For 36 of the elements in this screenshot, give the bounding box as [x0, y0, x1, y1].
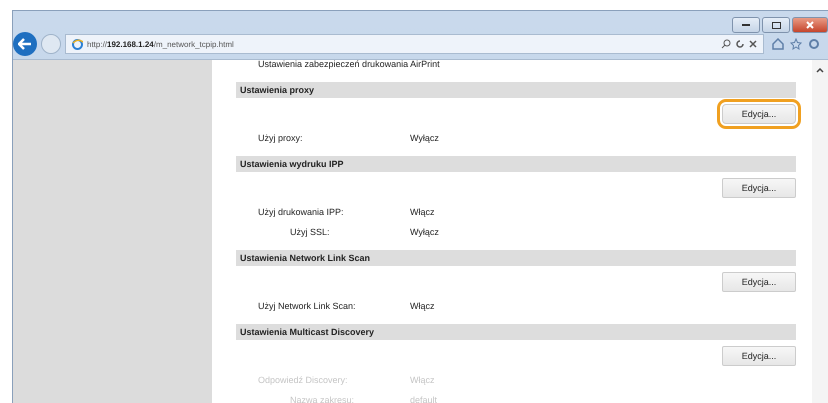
close-button[interactable]	[792, 17, 828, 33]
section-title: Ustawienia zabezpieczeń drukowania AirPrint	[257, 60, 441, 71]
search-icon[interactable]	[721, 39, 731, 49]
back-arrow-icon	[18, 38, 32, 50]
close-icon[interactable]	[749, 40, 757, 48]
edit-button[interactable]: Edycja...	[722, 272, 796, 292]
section-header: Ustawienia Multicast Discovery	[236, 324, 796, 340]
section-header: Ustawienia proxy	[236, 82, 796, 98]
setting-label: Nazwa zakresu:	[289, 395, 356, 403]
edit-button[interactable]: Edycja...	[722, 178, 796, 198]
setting-value: Włącz	[410, 375, 434, 385]
setting-value: Włącz	[410, 207, 434, 217]
address-bar[interactable]: http://192.168.1.24/m_network_tcpip.html	[65, 34, 764, 54]
setting-label: Użyj proxy:	[257, 133, 304, 143]
scroll-up-icon[interactable]	[816, 68, 824, 73]
refresh-icon[interactable]	[735, 39, 745, 49]
setting-label: Odpowiedź Discovery:	[257, 375, 349, 385]
minimize-icon	[742, 24, 750, 26]
setting-value: Wyłącz	[410, 133, 439, 143]
section-header: Ustawienia wydruku IPP	[236, 156, 796, 172]
setting-label: Użyj SSL:	[289, 227, 331, 237]
maximize-button[interactable]	[762, 17, 790, 33]
edit-button[interactable]: Edycja...	[722, 346, 796, 366]
setting-value: default	[410, 395, 438, 403]
back-button[interactable]	[13, 32, 37, 56]
section-header: Ustawienia Network Link Scan	[236, 250, 796, 266]
minimize-button[interactable]	[732, 17, 760, 33]
close-icon	[806, 21, 814, 29]
maximize-icon	[772, 22, 780, 28]
setting-value: Wyłącz	[410, 227, 439, 237]
browser-logo-icon	[72, 38, 83, 50]
star-icon[interactable]	[790, 38, 802, 50]
setting-value: Włącz	[410, 301, 434, 311]
setting-label: Użyj drukowania IPP:	[257, 207, 345, 217]
setting-label: Użyj Network Link Scan:	[257, 301, 357, 311]
home-icon[interactable]	[772, 38, 784, 50]
